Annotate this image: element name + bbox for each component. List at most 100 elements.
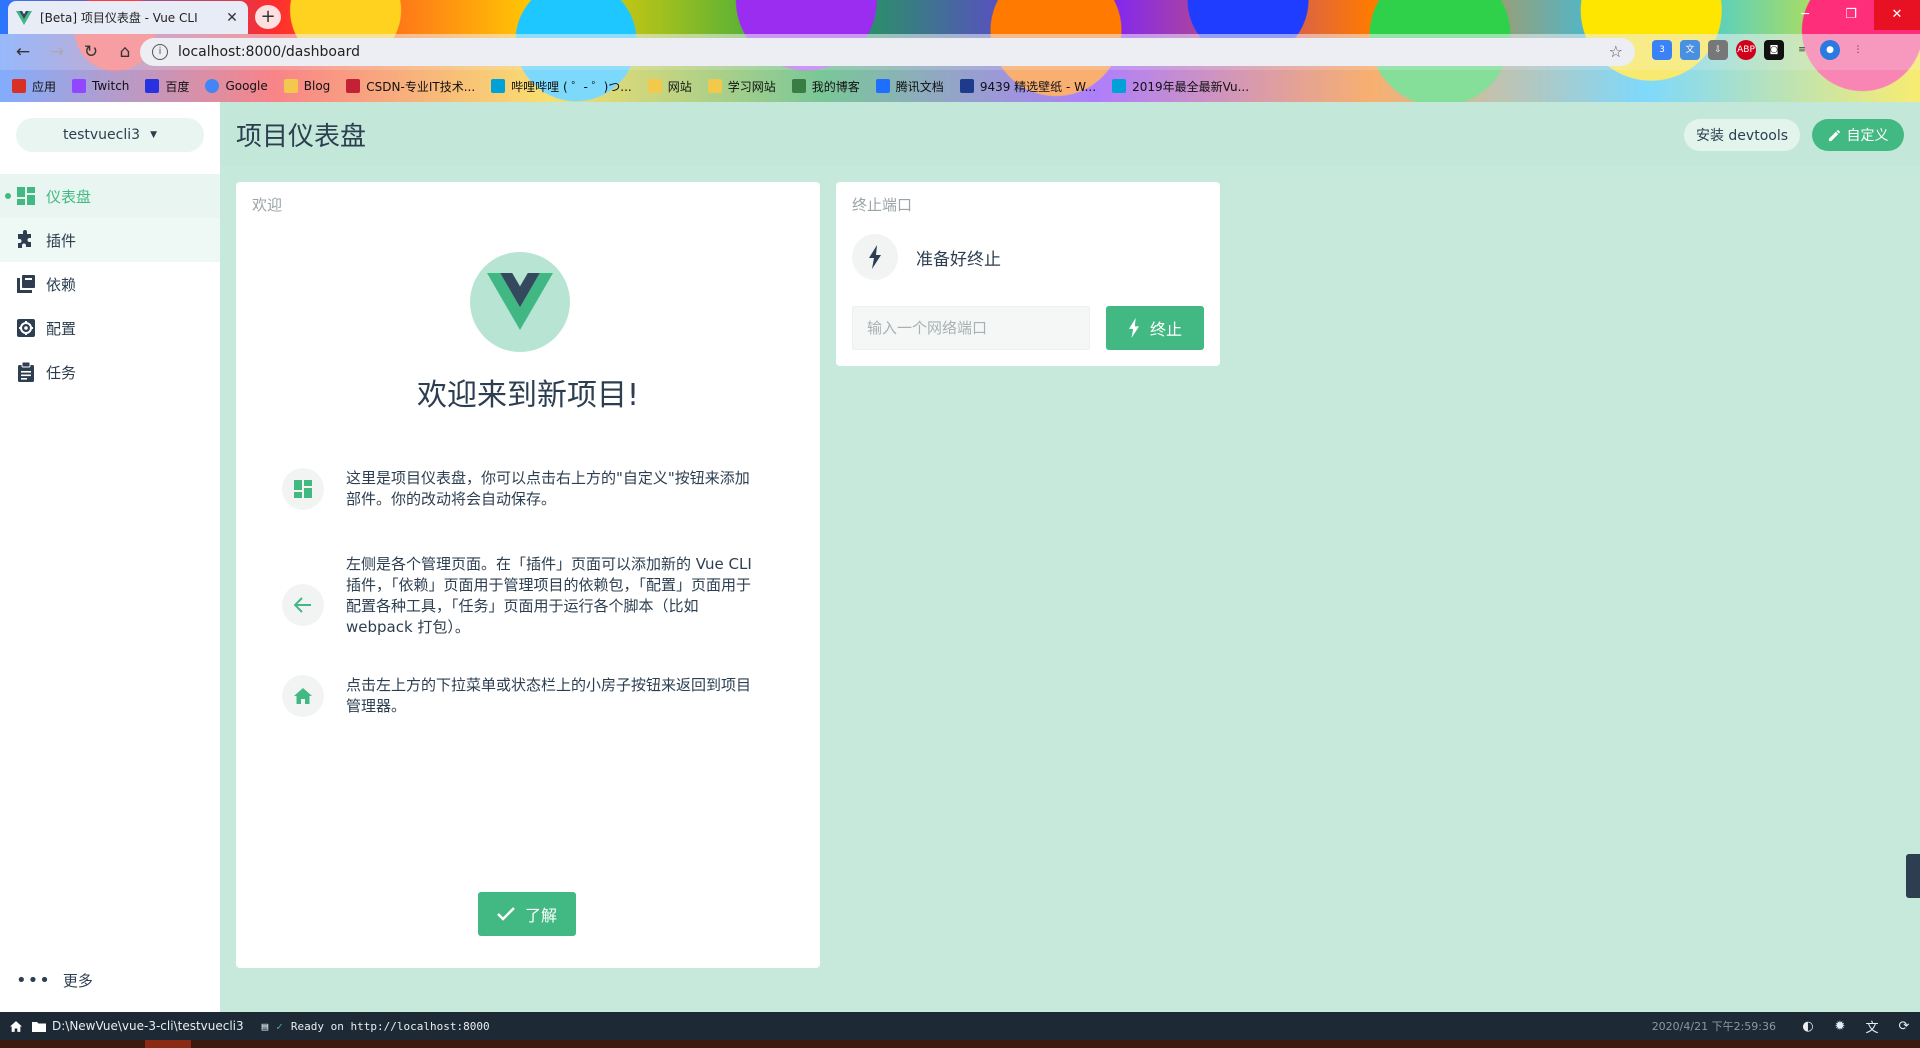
extensions-bar: 3 文 ⇩ ABP ◙ ≡ ● ⋮: [1652, 40, 1868, 60]
sidebar-item-configuration[interactable]: 配置: [0, 306, 220, 350]
blog-icon: [791, 79, 806, 93]
welcome-heading: 欢迎来到新项目!: [416, 378, 640, 413]
bookmark-item[interactable]: 腾讯文档: [875, 78, 944, 95]
project-selector[interactable]: testvuecli3 ▼: [16, 118, 204, 152]
reload-icon[interactable]: ↻: [76, 37, 106, 67]
dashboard-icon: [282, 468, 324, 510]
media-controls-icon[interactable]: ≡: [1792, 40, 1812, 60]
more-dots-icon: •••: [16, 969, 51, 991]
more-button[interactable]: ••• 更多: [16, 970, 93, 991]
refresh-icon[interactable]: ⟳: [1888, 1019, 1920, 1034]
customize-button[interactable]: 自定义: [1812, 119, 1904, 151]
got-it-button[interactable]: 了解: [478, 892, 576, 936]
bookmark-item[interactable]: 9439 精选壁纸 - W...: [959, 78, 1096, 95]
sidebar-item-dashboard[interactable]: 仪表盘: [0, 174, 220, 218]
baidu-icon: [145, 79, 160, 93]
site-info-icon[interactable]: i: [152, 44, 168, 60]
bookmark-item[interactable]: 哔哩哔哩 ( ゜- ゜)つ...: [491, 78, 632, 95]
kill-button[interactable]: 终止: [1106, 306, 1204, 350]
kill-status-text: 准备好终止: [916, 249, 1001, 270]
address-bar[interactable]: i localhost:8000/dashboard ☆: [140, 38, 1635, 66]
tip-item: 点击左上方的下拉菜单或状态栏上的小房子按钮来返回到项目管理器。: [282, 675, 762, 717]
sidebar-item-label: 任务: [46, 363, 77, 382]
home-icon[interactable]: [0, 1020, 32, 1032]
project-name: testvuecli3: [63, 127, 141, 143]
sidebar-item-tasks[interactable]: 任务: [0, 350, 220, 394]
bookmark-item[interactable]: Google: [205, 79, 268, 93]
back-icon[interactable]: ←: [8, 37, 38, 67]
browser-toolbar: ← → ↻ ⌂ i localhost:8000/dashboard ☆ 3 文…: [0, 34, 1920, 70]
bilibili-icon: [1112, 79, 1127, 93]
lightning-icon: [852, 234, 898, 280]
page-header: 项目仪表盘 安装 devtools 自定义: [220, 102, 1920, 166]
project-path-text: D:\NewVue\vue-3-cli\testvuecli3: [52, 1019, 244, 1033]
pencil-icon: [1828, 129, 1840, 141]
kill-button-label: 终止: [1149, 320, 1182, 339]
extension-icon[interactable]: 3: [1652, 40, 1672, 60]
library-icon: [16, 274, 36, 294]
caret-down-icon: ▼: [150, 130, 157, 140]
tab-close-icon[interactable]: ✕: [224, 10, 240, 26]
bookmark-item[interactable]: 百度: [145, 78, 189, 95]
new-tab-button[interactable]: +: [255, 5, 281, 29]
download-extension-icon[interactable]: ⇩: [1708, 40, 1728, 60]
tip-item: 左侧是各个管理页面。在「插件」页面可以添加新的 Vue CLI 插件，「依赖」页…: [282, 554, 762, 638]
forward-icon[interactable]: →: [42, 37, 72, 67]
log-message: Ready on http://localhost:8000: [290, 1019, 490, 1033]
right-panel-handle[interactable]: [1906, 854, 1920, 898]
folder-icon: [647, 79, 662, 93]
tip-text: 左侧是各个管理页面。在「插件」页面可以添加新的 Vue CLI 插件，「依赖」页…: [346, 555, 752, 636]
sidebar-item-dependencies[interactable]: 依赖: [0, 262, 220, 306]
arrow-left-icon: [282, 584, 324, 626]
minimize-icon[interactable]: ─: [1782, 0, 1828, 30]
bookmark-item[interactable]: 我的博客: [791, 78, 860, 95]
dashboard-icon: [16, 186, 36, 206]
twitch-icon: [72, 79, 87, 93]
status-bar-right: 2020/4/21 下午2:59:36 ◐ ✹ 文 ⟳: [1652, 1012, 1920, 1040]
console-icon: ▤: [261, 1019, 269, 1033]
browser-chrome: [Beta] 项目仪表盘 - Vue CLI ✕ + ─ ❐ ✕ ← → ↻ ⌂…: [0, 0, 1920, 102]
taskbar-item: [145, 1040, 191, 1048]
console-log[interactable]: ▤ ✓ Ready on http://localhost:8000: [262, 1020, 490, 1033]
translate-extension-icon[interactable]: 文: [1680, 40, 1700, 60]
check-icon: [497, 907, 515, 921]
extension-icon[interactable]: ◙: [1764, 40, 1784, 60]
bug-report-icon[interactable]: ✹: [1824, 1019, 1856, 1034]
menu-kebab-icon[interactable]: ⋮: [1848, 40, 1868, 60]
home-icon[interactable]: ⌂: [110, 37, 140, 67]
profile-avatar[interactable]: ●: [1820, 40, 1840, 60]
window-close-icon[interactable]: ✕: [1874, 0, 1920, 30]
bookmark-item[interactable]: 应用: [12, 78, 56, 95]
project-path[interactable]: D:\NewVue\vue-3-cli\testvuecli3: [32, 1019, 244, 1033]
gear-icon: [16, 318, 36, 338]
kill-status: 准备好终止: [852, 234, 1001, 280]
bookmark-item[interactable]: 网站: [647, 78, 692, 95]
more-label: 更多: [62, 972, 93, 990]
tip-text: 这里是项目仪表盘，你可以点击右上方的"自定义"按钮来添加部件。你的改动将会自动保…: [346, 469, 750, 508]
csdn-icon: [346, 79, 361, 93]
tab-title: [Beta] 项目仪表盘 - Vue CLI: [40, 11, 198, 25]
dark-mode-icon[interactable]: ◐: [1792, 1019, 1824, 1034]
vue-logo-icon: [487, 273, 553, 330]
bilibili-icon: [491, 79, 506, 93]
folder-icon: [707, 79, 722, 93]
tab-strip: [Beta] 项目仪表盘 - Vue CLI ✕ + ─ ❐ ✕: [0, 0, 1920, 34]
restore-icon[interactable]: ❐: [1828, 0, 1874, 30]
active-indicator: [5, 193, 11, 199]
vue-logo: [470, 252, 570, 352]
translate-icon[interactable]: 文: [1856, 1017, 1888, 1036]
bookmark-item[interactable]: CSDN-专业IT技术...: [346, 78, 475, 95]
browser-tab[interactable]: [Beta] 项目仪表盘 - Vue CLI ✕: [8, 1, 248, 34]
bookmark-item[interactable]: 2019年最全最新Vu...: [1112, 78, 1249, 95]
bookmark-star-icon[interactable]: ☆: [1609, 42, 1623, 61]
tencent-docs-icon: [875, 79, 890, 93]
tip-text: 点击左上方的下拉菜单或状态栏上的小房子按钮来返回到项目管理器。: [346, 676, 752, 715]
sidebar-item-plugins[interactable]: 插件: [0, 218, 220, 262]
install-devtools-button[interactable]: 安装 devtools: [1684, 119, 1800, 151]
bookmark-item[interactable]: Twitch: [72, 79, 129, 93]
bookmark-item[interactable]: 学习网站: [707, 78, 776, 95]
adblock-extension-icon[interactable]: ABP: [1736, 40, 1756, 60]
port-input[interactable]: [852, 306, 1090, 350]
bookmark-item[interactable]: Blog: [283, 79, 330, 93]
sidebar-item-label: 插件: [46, 231, 77, 250]
